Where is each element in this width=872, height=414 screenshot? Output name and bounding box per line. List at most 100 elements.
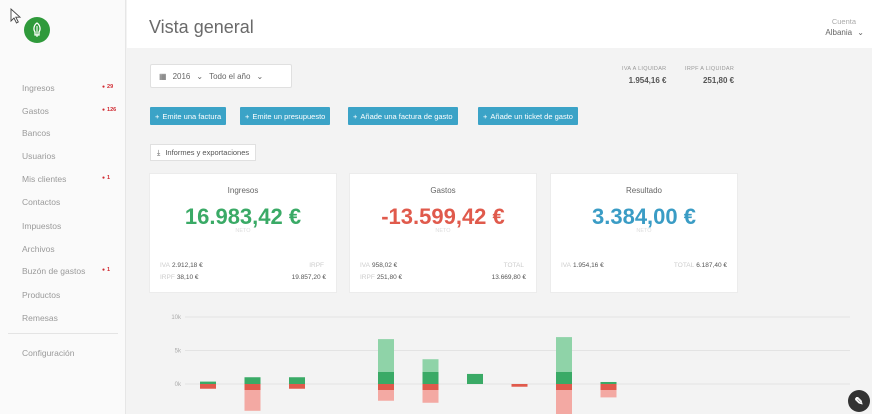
- add-expense-ticket-button[interactable]: + Añade un ticket de gasto: [478, 107, 578, 125]
- sidebar-badge-ingresos: 29: [102, 84, 113, 90]
- chart-bar-income-net: [244, 377, 261, 384]
- reports-button[interactable]: ⤓ Informes y exportaciones: [150, 144, 257, 161]
- sidebar-item-remesas[interactable]: Remesas: [22, 313, 58, 323]
- chart-bar-expense-net: [422, 384, 439, 390]
- account-label: Cuenta: [831, 17, 856, 26]
- sidebar-item-contactos[interactable]: Contactos: [22, 197, 60, 207]
- expenses-iva-value: 958,02 €: [372, 262, 398, 269]
- chart-bar-expense-net: [244, 384, 261, 390]
- iva-summary: IVA A LIQUIDAR 1.954,16 €: [622, 66, 666, 85]
- expenses-irpf-row: IRPF 251,80 €: [360, 274, 402, 281]
- sidebar-item-usuarios[interactable]: Usuarios: [22, 151, 56, 161]
- irpf-value: 251,80 €: [702, 76, 735, 85]
- income-irpf-key-right-label: IRPF: [309, 262, 324, 269]
- chart-bar-income-net: [556, 372, 572, 384]
- sidebar-item-productos[interactable]: Productos: [22, 290, 60, 300]
- page-header: Vista general Cuenta Albania ⌄: [127, 0, 872, 48]
- sidebar-badge-mis-clientes: 1: [102, 175, 110, 181]
- chevron-down-icon: ⌄: [857, 28, 864, 37]
- sidebar-item-archivos[interactable]: Archivos: [22, 244, 55, 254]
- chart-bar-income-net: [467, 373, 483, 384]
- income-irpf-value: 38,10 €: [176, 274, 199, 281]
- expenses-total-value: 13.669,80 €: [491, 274, 526, 281]
- chart-bar-expense-net: [600, 384, 617, 390]
- sidebar-item-ingresos[interactable]: Ingresos: [22, 83, 55, 93]
- sidebar-divider: [8, 333, 118, 334]
- expenses-irpf-key: IRPF: [360, 274, 375, 281]
- irpf-summary: IRPF A LIQUIDAR 251,80 €: [685, 66, 734, 85]
- chart-ytick-label: 10k: [171, 315, 182, 321]
- add-expense-ticket-label: Añade un ticket de gasto: [490, 111, 573, 121]
- iva-label: IVA A LIQUIDAR: [622, 66, 667, 72]
- income-title: Ingresos: [227, 186, 259, 195]
- income-total-value: 19.857,20 €: [291, 274, 326, 281]
- result-iva-key: IVA: [561, 262, 571, 269]
- sidebar-item-impuestos[interactable]: Impuestos: [22, 221, 61, 231]
- chevron-down-icon: ⌄: [256, 71, 264, 81]
- period-selector[interactable]: ▦ 2016 ⌄ Todo el año ⌄: [150, 64, 292, 88]
- chart-bar-income-net: [200, 381, 216, 384]
- result-total-key: TOTAL: [673, 262, 695, 269]
- expenses-title: Gastos: [430, 186, 456, 195]
- expenses-total-key: TOTAL: [504, 262, 526, 269]
- emit-invoice-button[interactable]: + Emite una factura: [150, 107, 227, 125]
- result-iva-row: IVA 1.954,16 €: [561, 262, 604, 269]
- sidebar: Ingresos 29 Gastos 126 Bancos Usuarios Mis cli…: [0, 0, 126, 414]
- sidebar-item-gastos[interactable]: Gastos: [22, 106, 49, 116]
- income-card[interactable]: Ingresos 16.983,42 € NETO IVA 2.912,18 € …: [149, 173, 337, 293]
- result-value: 3.384,00 €: [592, 204, 696, 229]
- add-expense-invoice-button[interactable]: + Añade una factura de gasto: [348, 107, 458, 125]
- income-sub: NETO: [235, 228, 251, 234]
- income-iva-value: 2.912,18 €: [172, 262, 203, 269]
- chat-icon: ✎: [854, 395, 864, 408]
- chart-bar-expense-net: [289, 384, 305, 389]
- expenses-card[interactable]: Gastos -13.599,42 € NETO IVA 958,02 € TOT…: [349, 173, 537, 293]
- result-total-value: 6.187,40 €: [696, 262, 727, 269]
- chart-bar-expense-net: [511, 384, 528, 387]
- result-sub: NETO: [636, 228, 652, 234]
- expenses-irpf-value: 251,80 €: [376, 274, 403, 281]
- year-value[interactable]: 2016: [173, 72, 191, 81]
- plus-icon: +: [245, 111, 250, 121]
- result-title: Resultado: [625, 186, 663, 195]
- sidebar-badge-buzon-de-gastos: 1: [102, 267, 110, 273]
- page-title: Vista general: [149, 17, 254, 37]
- sidebar-badge-gastos: 126: [102, 107, 116, 113]
- result-card[interactable]: Resultado 3.384,00 € NETO IVA 1.954,16 € …: [550, 173, 738, 293]
- income-irpf-key-right: IRPF: [309, 262, 326, 269]
- app-logo[interactable]: [24, 17, 50, 43]
- chart-bar-expense-net: [200, 384, 216, 389]
- sidebar-item-bancos[interactable]: Bancos: [22, 128, 50, 138]
- account-value: Albania: [825, 28, 853, 37]
- income-iva-row: IVA 2.912,18 €: [160, 262, 203, 269]
- income-irpf-key: IRPF: [160, 274, 175, 281]
- account-selector[interactable]: Albania ⌄: [825, 28, 864, 37]
- reports-label: Informes y exportaciones: [165, 148, 250, 157]
- result-total-row: TOTAL 6.187,40 €: [674, 262, 727, 269]
- emit-quote-button[interactable]: + Emite un presupuesto: [240, 107, 331, 125]
- emit-invoice-label: Emite una factura: [162, 111, 222, 121]
- sidebar-item-configuracion[interactable]: Configuración: [22, 348, 74, 358]
- chart-bar-income-net: [378, 372, 394, 384]
- sidebar-item-mis-clientes[interactable]: Mis clientes: [22, 174, 66, 184]
- plus-icon: +: [483, 111, 488, 121]
- expenses-total-key-label: TOTAL: [503, 262, 524, 269]
- leaf-icon: [33, 22, 41, 37]
- iva-value: 1.954,16 €: [628, 76, 667, 85]
- chart-bar-expense-net: [378, 384, 394, 390]
- chart-ytick-label: 0k: [175, 382, 182, 388]
- help-chat-button[interactable]: ✎: [848, 390, 870, 412]
- expenses-value: -13.599,42 €: [381, 204, 505, 229]
- irpf-label: IRPF A LIQUIDAR: [685, 66, 735, 72]
- download-icon: ⤓: [157, 147, 161, 157]
- expenses-iva-row: IVA 958,02 €: [360, 262, 397, 269]
- expenses-sub: NETO: [435, 228, 451, 234]
- income-value: 16.983,42 €: [184, 204, 302, 229]
- chart-bar-income-net: [422, 372, 439, 384]
- chart-bar-income-net: [289, 377, 305, 384]
- income-iva-key: IVA: [160, 262, 170, 269]
- range-value[interactable]: Todo el año: [209, 72, 250, 81]
- mouse-cursor-icon: [10, 8, 22, 24]
- sidebar-item-buzon-de-gastos[interactable]: Buzón de gastos: [22, 266, 85, 276]
- emit-quote-label: Emite un presupuesto: [252, 111, 326, 121]
